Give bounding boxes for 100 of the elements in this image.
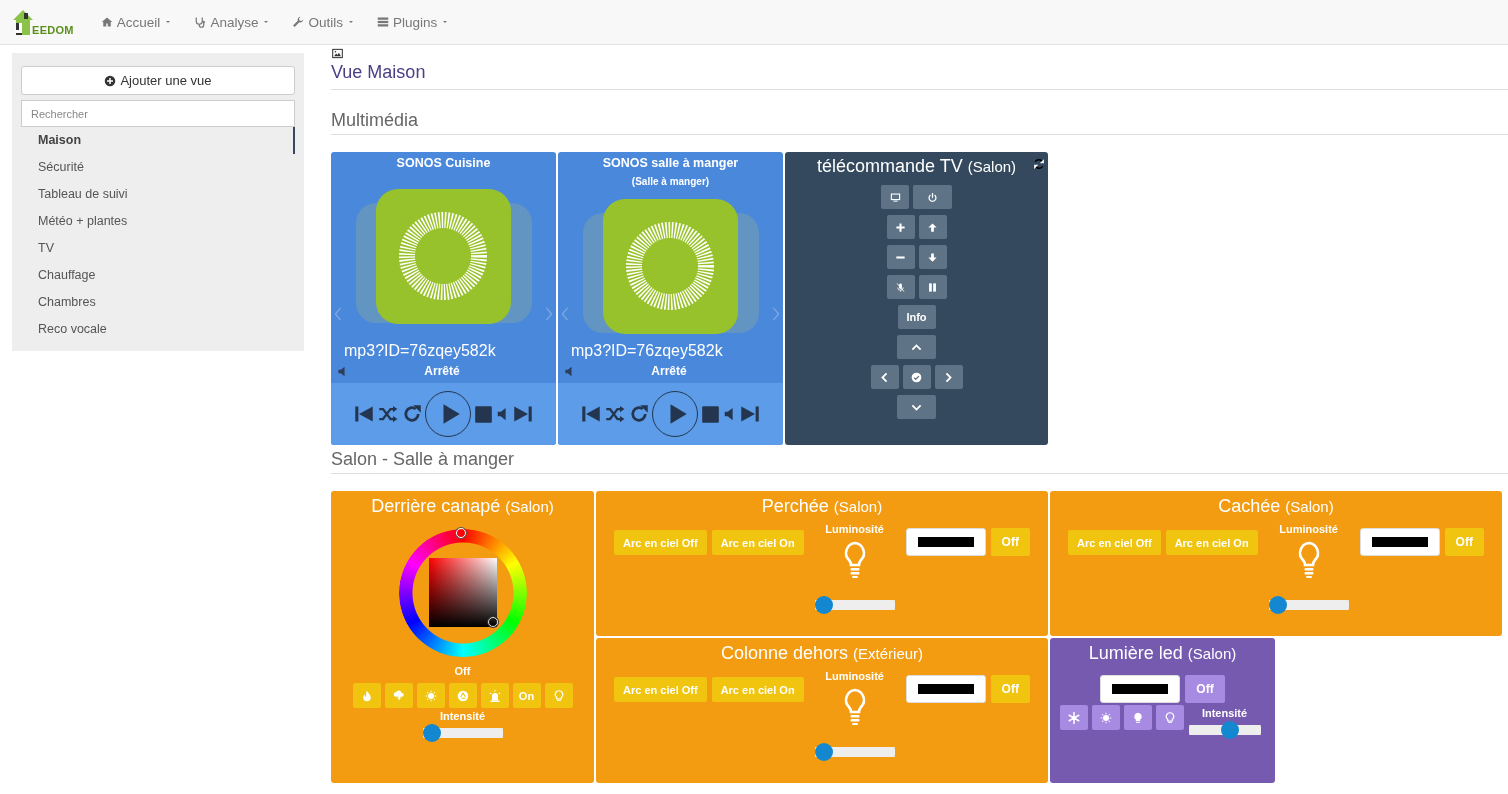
sidebar-item[interactable]: Chauffage (21, 262, 295, 289)
sidebar-item[interactable]: Maison (21, 127, 295, 154)
siren-icon (488, 689, 501, 702)
up-button[interactable] (897, 335, 936, 359)
brightness-label: Luminosité (825, 523, 884, 535)
widget-title: SONOS salle à manger (602, 156, 739, 170)
bulb-on-button[interactable] (1123, 705, 1152, 730)
playback-status: Arrêté (650, 364, 688, 378)
right-button[interactable] (934, 365, 963, 389)
sidebar-item[interactable]: TV (21, 235, 295, 262)
slider-thumb[interactable] (1268, 596, 1287, 614)
color-input[interactable] (1359, 528, 1440, 556)
bulb-off-button[interactable] (1155, 705, 1184, 730)
sun-icon (1099, 711, 1112, 724)
sun-effect-button[interactable] (1091, 705, 1120, 730)
slider-thumb[interactable] (814, 743, 833, 761)
next-button[interactable] (513, 404, 533, 424)
stop-button[interactable] (701, 404, 720, 424)
power-button[interactable] (913, 185, 952, 209)
slider-thumb[interactable] (1220, 721, 1239, 739)
logo-text: EEDOM (32, 24, 74, 36)
repeat-button[interactable] (629, 404, 649, 424)
sidebar-item[interactable]: Météo + plantes (21, 208, 295, 235)
search-field[interactable]: Rechercher (21, 100, 295, 127)
state-label: Off (454, 665, 471, 677)
nav-menu[interactable]: Plugins (365, 0, 461, 44)
left-button[interactable] (870, 365, 899, 389)
sidebar-item[interactable]: Tableau de suivi (21, 181, 295, 208)
shuffle-button[interactable] (604, 404, 626, 424)
nav-menu[interactable]: Accueil (89, 0, 184, 44)
house-logo-icon (12, 9, 34, 37)
nav-menu[interactable]: Outils (281, 0, 366, 44)
caret-icon (164, 18, 173, 26)
down-button[interactable] (897, 395, 936, 419)
section-title: Multimédia (331, 109, 1508, 135)
widget-title: SONOS Cuisine (396, 156, 491, 170)
room-label: (Extérieur) (853, 645, 924, 662)
monitor-icon (889, 191, 901, 203)
tv-button[interactable] (881, 185, 909, 209)
arrow-down-icon (927, 251, 938, 263)
widget-title: Perchée (761, 496, 829, 516)
bulb-icon (1163, 711, 1176, 724)
color-input[interactable] (905, 675, 986, 703)
previous-button[interactable] (581, 404, 601, 424)
sun-icon (424, 689, 437, 702)
widget-title: télécommande TV (816, 156, 963, 176)
intensity-label: Intensité (439, 710, 486, 722)
mute-icon (895, 281, 906, 293)
repeat-icon (629, 404, 649, 424)
room-label: (Salle à manger) (631, 175, 710, 189)
repeat-button[interactable] (402, 404, 422, 424)
nav-menu[interactable]: Analyse (183, 0, 282, 44)
bulb-icon (552, 689, 565, 702)
section-title: Salon - Salle à manger (331, 448, 1508, 474)
arrow-up-icon (927, 221, 938, 233)
info-button[interactable]: Info (897, 305, 936, 329)
channel-down-button[interactable] (918, 245, 947, 269)
shuffle-icon (604, 404, 626, 424)
next-button[interactable] (740, 404, 760, 424)
stethoscope-icon (194, 16, 207, 28)
power-icon (927, 191, 938, 203)
shuffle-button[interactable] (377, 404, 399, 424)
chevron-right-icon (943, 371, 954, 383)
list-icon (376, 16, 389, 28)
snowflake-icon (1067, 711, 1080, 724)
slider-thumb[interactable] (814, 596, 833, 614)
sidebar-item[interactable]: Chambres (21, 289, 295, 316)
skip-back-icon (581, 404, 601, 424)
stop-button[interactable] (474, 404, 493, 424)
off-button[interactable]: Off (1185, 675, 1225, 703)
previous-button[interactable] (354, 404, 374, 424)
ok-button[interactable] (902, 365, 931, 389)
volume-down-button[interactable] (886, 245, 915, 269)
plus-circle-icon (104, 74, 117, 87)
widget-title: Cachée (1218, 496, 1281, 516)
refresh-button[interactable] (1033, 158, 1045, 170)
playback-status: Arrêté (423, 364, 461, 378)
brightness-label: Luminosité (825, 670, 884, 682)
shuffle-icon (377, 404, 399, 424)
color-input[interactable] (1100, 675, 1181, 703)
volume-up-button[interactable] (886, 215, 915, 239)
sidebar-item[interactable]: Sécurité (21, 154, 295, 181)
track-name: mp3?ID=76zqey582k (570, 341, 724, 361)
snow-effect-button[interactable] (1059, 705, 1088, 730)
mute-button[interactable] (886, 275, 915, 299)
caret-icon (262, 18, 271, 26)
pause-button[interactable] (918, 275, 947, 299)
chevron-up-icon (911, 341, 922, 353)
channel-up-button[interactable] (918, 215, 947, 239)
add-view-button[interactable]: Ajouter une vue (21, 66, 295, 95)
sidebar-item[interactable]: Reco vocale (21, 316, 295, 343)
flame-icon (360, 689, 373, 702)
stop-icon (474, 404, 493, 424)
color-input[interactable] (905, 528, 986, 556)
slider-thumb[interactable] (422, 724, 441, 742)
chevron-left-icon (879, 371, 890, 383)
room-label: (Salon) (1285, 498, 1334, 515)
cloud-bolt-icon (392, 689, 405, 702)
recycle-icon (456, 689, 469, 702)
image-icon (331, 48, 344, 59)
